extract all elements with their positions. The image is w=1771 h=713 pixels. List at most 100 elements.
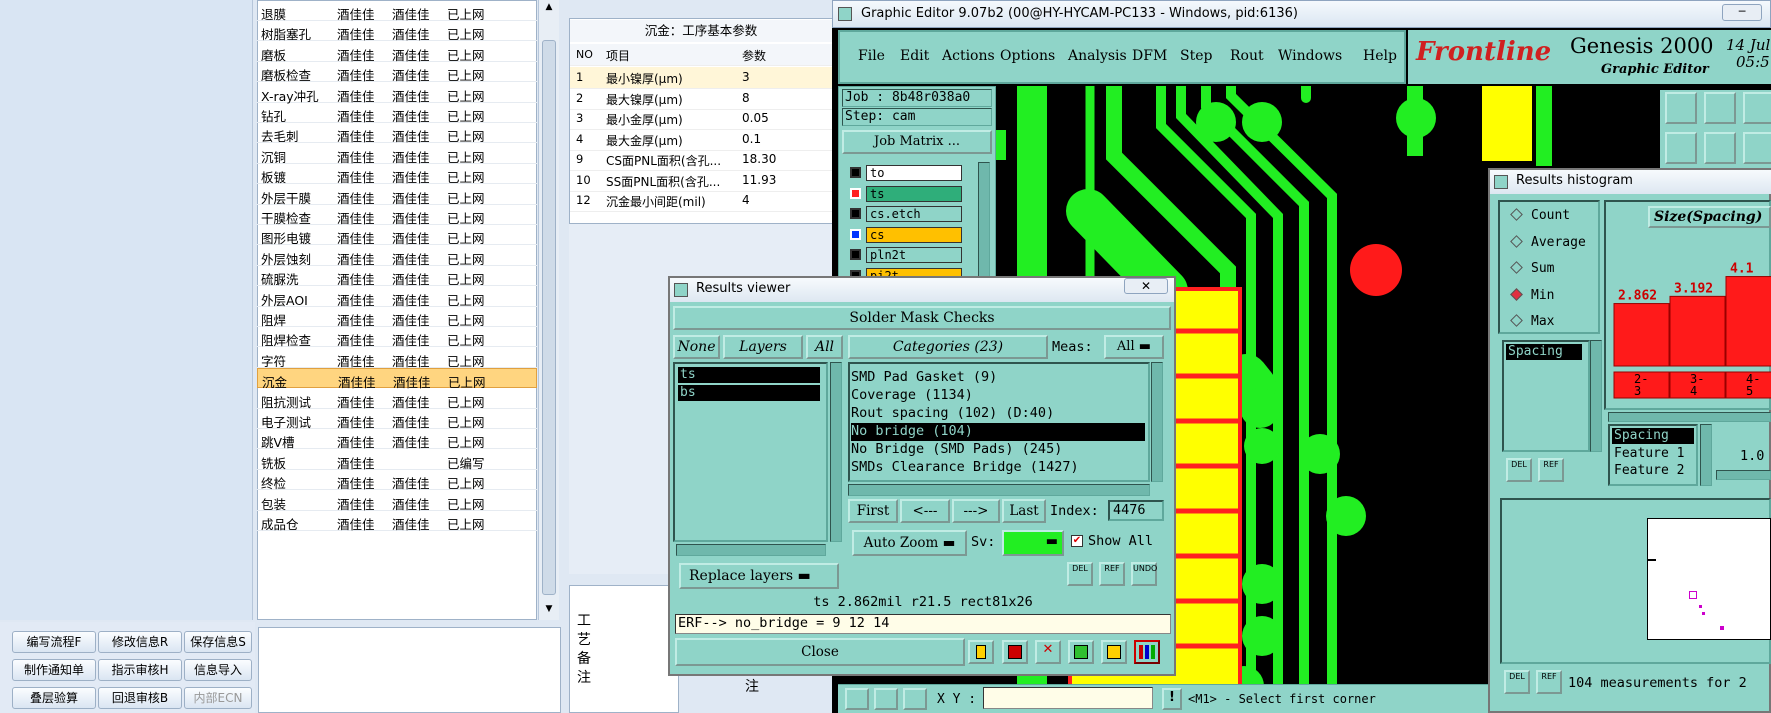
table-row[interactable]: 阻抗测试 酒佳佳 酒佳佳 已上网 (257, 389, 537, 410)
layer-item-ts[interactable]: ts (866, 185, 962, 202)
save-info-button[interactable]: 保存信息S (184, 631, 252, 653)
menu-dfm[interactable]: DFM (1132, 48, 1167, 64)
stack-calc-button[interactable]: 叠层验算 (12, 687, 96, 709)
axis-title-button[interactable]: Size(Spacing) (1648, 206, 1771, 228)
hist-ref-button[interactable]: REF (1538, 458, 1564, 482)
layer-checkbox[interactable] (850, 167, 861, 178)
xy-input[interactable] (983, 687, 1153, 709)
table-row[interactable]: 图形电镀 酒佳佳 酒佳佳 已上网 (257, 225, 537, 246)
table-row[interactable]: 阻焊检查 酒佳佳 酒佳佳 已上网 (257, 327, 537, 348)
layer-item-cs.etch[interactable]: cs.etch (866, 206, 962, 222)
list2-item-feature2[interactable]: Feature 2 (1614, 463, 1684, 478)
menu-rout[interactable]: Rout (1230, 48, 1264, 64)
tool-home-icon[interactable] (1743, 92, 1771, 124)
layer-item-ts[interactable]: ts (678, 367, 820, 383)
layer-scrollbar[interactable] (978, 162, 990, 282)
table-row[interactable]: 沉铜 酒佳佳 酒佳佳 已上网 (257, 144, 537, 165)
stat-option-min[interactable]: Min (1510, 288, 1554, 303)
list1-item-spacing[interactable]: Spacing (1506, 344, 1582, 360)
category-item[interactable]: SMDs Clearance Bridge (1427) (851, 459, 1145, 477)
table-row[interactable]: 干膜检查 酒佳佳 酒佳佳 已上网 (257, 205, 537, 226)
report-icon[interactable] (1002, 640, 1028, 664)
close-button[interactable]: Close (675, 638, 965, 666)
layers-scrollbar[interactable] (830, 362, 842, 542)
menu-edit[interactable]: Edit (900, 48, 929, 64)
index-input[interactable]: 4476 (1108, 500, 1164, 521)
table-row[interactable]: 阻焊 酒佳佳 酒佳佳 已上网 (257, 307, 537, 328)
stat-option-sum[interactable]: Sum (1510, 261, 1554, 276)
minimize-icon[interactable]: ─ (1722, 4, 1762, 21)
table-row[interactable]: 树脂塞孔 酒佳佳 酒佳佳 已上网 (257, 21, 537, 42)
table-row[interactable]: 电子测试 酒佳佳 酒佳佳 已上网 (257, 409, 537, 430)
histogram-list1-scroll[interactable] (1590, 340, 1602, 452)
replace-layers-menu[interactable]: Replace layers ▬ (679, 563, 839, 589)
stat-option-count[interactable]: Count (1510, 208, 1570, 223)
list2-item-feature1[interactable]: Feature 1 (1614, 446, 1684, 461)
layer-item-cs[interactable]: cs (866, 226, 962, 243)
table-row[interactable]: 去毛刺 酒佳佳 酒佳佳 已上网 (257, 123, 537, 144)
table-row[interactable]: 磨板 酒佳佳 酒佳佳 已上网 (257, 42, 537, 63)
undo-button[interactable]: UNDO (1131, 562, 1157, 586)
table-row[interactable]: 钻孔 酒佳佳 酒佳佳 已上网 (257, 103, 537, 124)
table-row[interactable]: 板镀 酒佳佳 酒佳佳 已上网 (257, 164, 537, 185)
menu-step[interactable]: Step (1180, 48, 1212, 64)
menu-options[interactable]: Options (1000, 48, 1055, 64)
param-row[interactable]: 2 最大镍厚(μm) 8 (570, 88, 832, 110)
histogram-hscroll[interactable] (1608, 412, 1771, 422)
layer-item-bs[interactable]: bs (678, 385, 820, 401)
return-review-button[interactable]: 回退审核B (98, 687, 182, 709)
prev-button[interactable]: <--- (900, 499, 950, 523)
warning-icon[interactable]: ! (1162, 688, 1182, 710)
table-row[interactable]: 外层AOI 酒佳佳 酒佳佳 已上网 (257, 287, 537, 308)
table-row[interactable]: 沉金 酒佳佳 酒佳佳 已上网 (257, 368, 537, 390)
category-item[interactable]: Coverage (1134) (851, 387, 1145, 405)
ref-button[interactable]: REF (1099, 562, 1125, 586)
table-row[interactable]: 跳V槽 酒佳佳 酒佳佳 已上网 (257, 429, 537, 450)
meas-select[interactable]: All ▬ (1104, 335, 1164, 359)
table-row[interactable]: 包装 酒佳佳 酒佳佳 已上网 (257, 491, 537, 512)
layer-item-to[interactable]: to (866, 165, 962, 181)
layers-button[interactable]: Layers (723, 335, 803, 359)
param-row[interactable]: 12 沉金最小间距(mil) 4 (570, 190, 832, 212)
param-row[interactable]: 4 最大金厚(μm) 0.1 (570, 129, 832, 151)
hist-del2-button[interactable]: DEL (1504, 670, 1530, 694)
category-item[interactable]: Rout spacing (102) (D:40) (851, 405, 1145, 423)
table-row[interactable]: 磨板检查 酒佳佳 酒佳佳 已上网 (257, 62, 537, 83)
hist-ref2-button[interactable]: REF (1536, 670, 1562, 694)
snap-icon[interactable] (903, 688, 927, 710)
histogram-list2-scroll[interactable] (1700, 424, 1712, 486)
param-row[interactable]: 10 SS面PNL面积(含孔... 11.93 (570, 170, 832, 192)
menu-windows[interactable]: Windows (1278, 48, 1342, 64)
modify-info-button[interactable]: 修改信息R (98, 631, 182, 653)
category-item[interactable]: No Bridge (SMD Pads) (245) (851, 441, 1145, 459)
table-row[interactable]: 外层干膜 酒佳佳 酒佳佳 已上网 (257, 185, 537, 206)
layer-checkbox[interactable] (850, 208, 861, 219)
table-row[interactable]: 成品仓 酒佳佳 酒佳佳 已上网 (257, 511, 537, 532)
measure-icon[interactable] (874, 688, 898, 710)
tool-rotate-icon[interactable] (1743, 132, 1771, 164)
tool-left-icon[interactable] (1665, 132, 1697, 164)
table-row[interactable]: X-ray冲孔 酒佳佳 酒佳佳 已上网 (257, 83, 537, 104)
value-slider[interactable] (1716, 470, 1771, 480)
last-button[interactable]: Last (1002, 499, 1046, 523)
clear-icon[interactable]: ✕ (1035, 640, 1061, 664)
none-button[interactable]: None (673, 335, 720, 359)
tool-right-icon[interactable] (1704, 132, 1736, 164)
highlight-icon[interactable] (968, 640, 994, 664)
table-row[interactable]: 终检 酒佳佳 酒佳佳 已上网 (257, 470, 537, 491)
histogram-bar[interactable] (1725, 276, 1771, 367)
first-button[interactable]: First (848, 499, 898, 523)
close-icon[interactable]: ✕ (1124, 278, 1168, 294)
categories-hscroll[interactable] (848, 484, 1150, 496)
scroll-up-icon[interactable]: ▲ (542, 2, 556, 16)
show-all-checkbox[interactable]: ✔ (1071, 535, 1083, 547)
sv-color-select[interactable]: ▬ (1002, 530, 1064, 556)
layers-hscroll[interactable] (676, 544, 826, 556)
param-row[interactable]: 9 CS面PNL面积(含孔... 18.30 (570, 149, 832, 171)
job-matrix-button[interactable]: Job Matrix ... (842, 130, 992, 154)
write-flow-button[interactable]: 编写流程F (12, 631, 96, 653)
stat-option-max[interactable]: Max (1510, 314, 1554, 329)
internal-ecn-button[interactable]: 内部ECN (184, 687, 252, 709)
layer-checkbox[interactable] (850, 228, 861, 240)
category-item[interactable]: SMD Pad Gasket (9) (851, 369, 1145, 387)
